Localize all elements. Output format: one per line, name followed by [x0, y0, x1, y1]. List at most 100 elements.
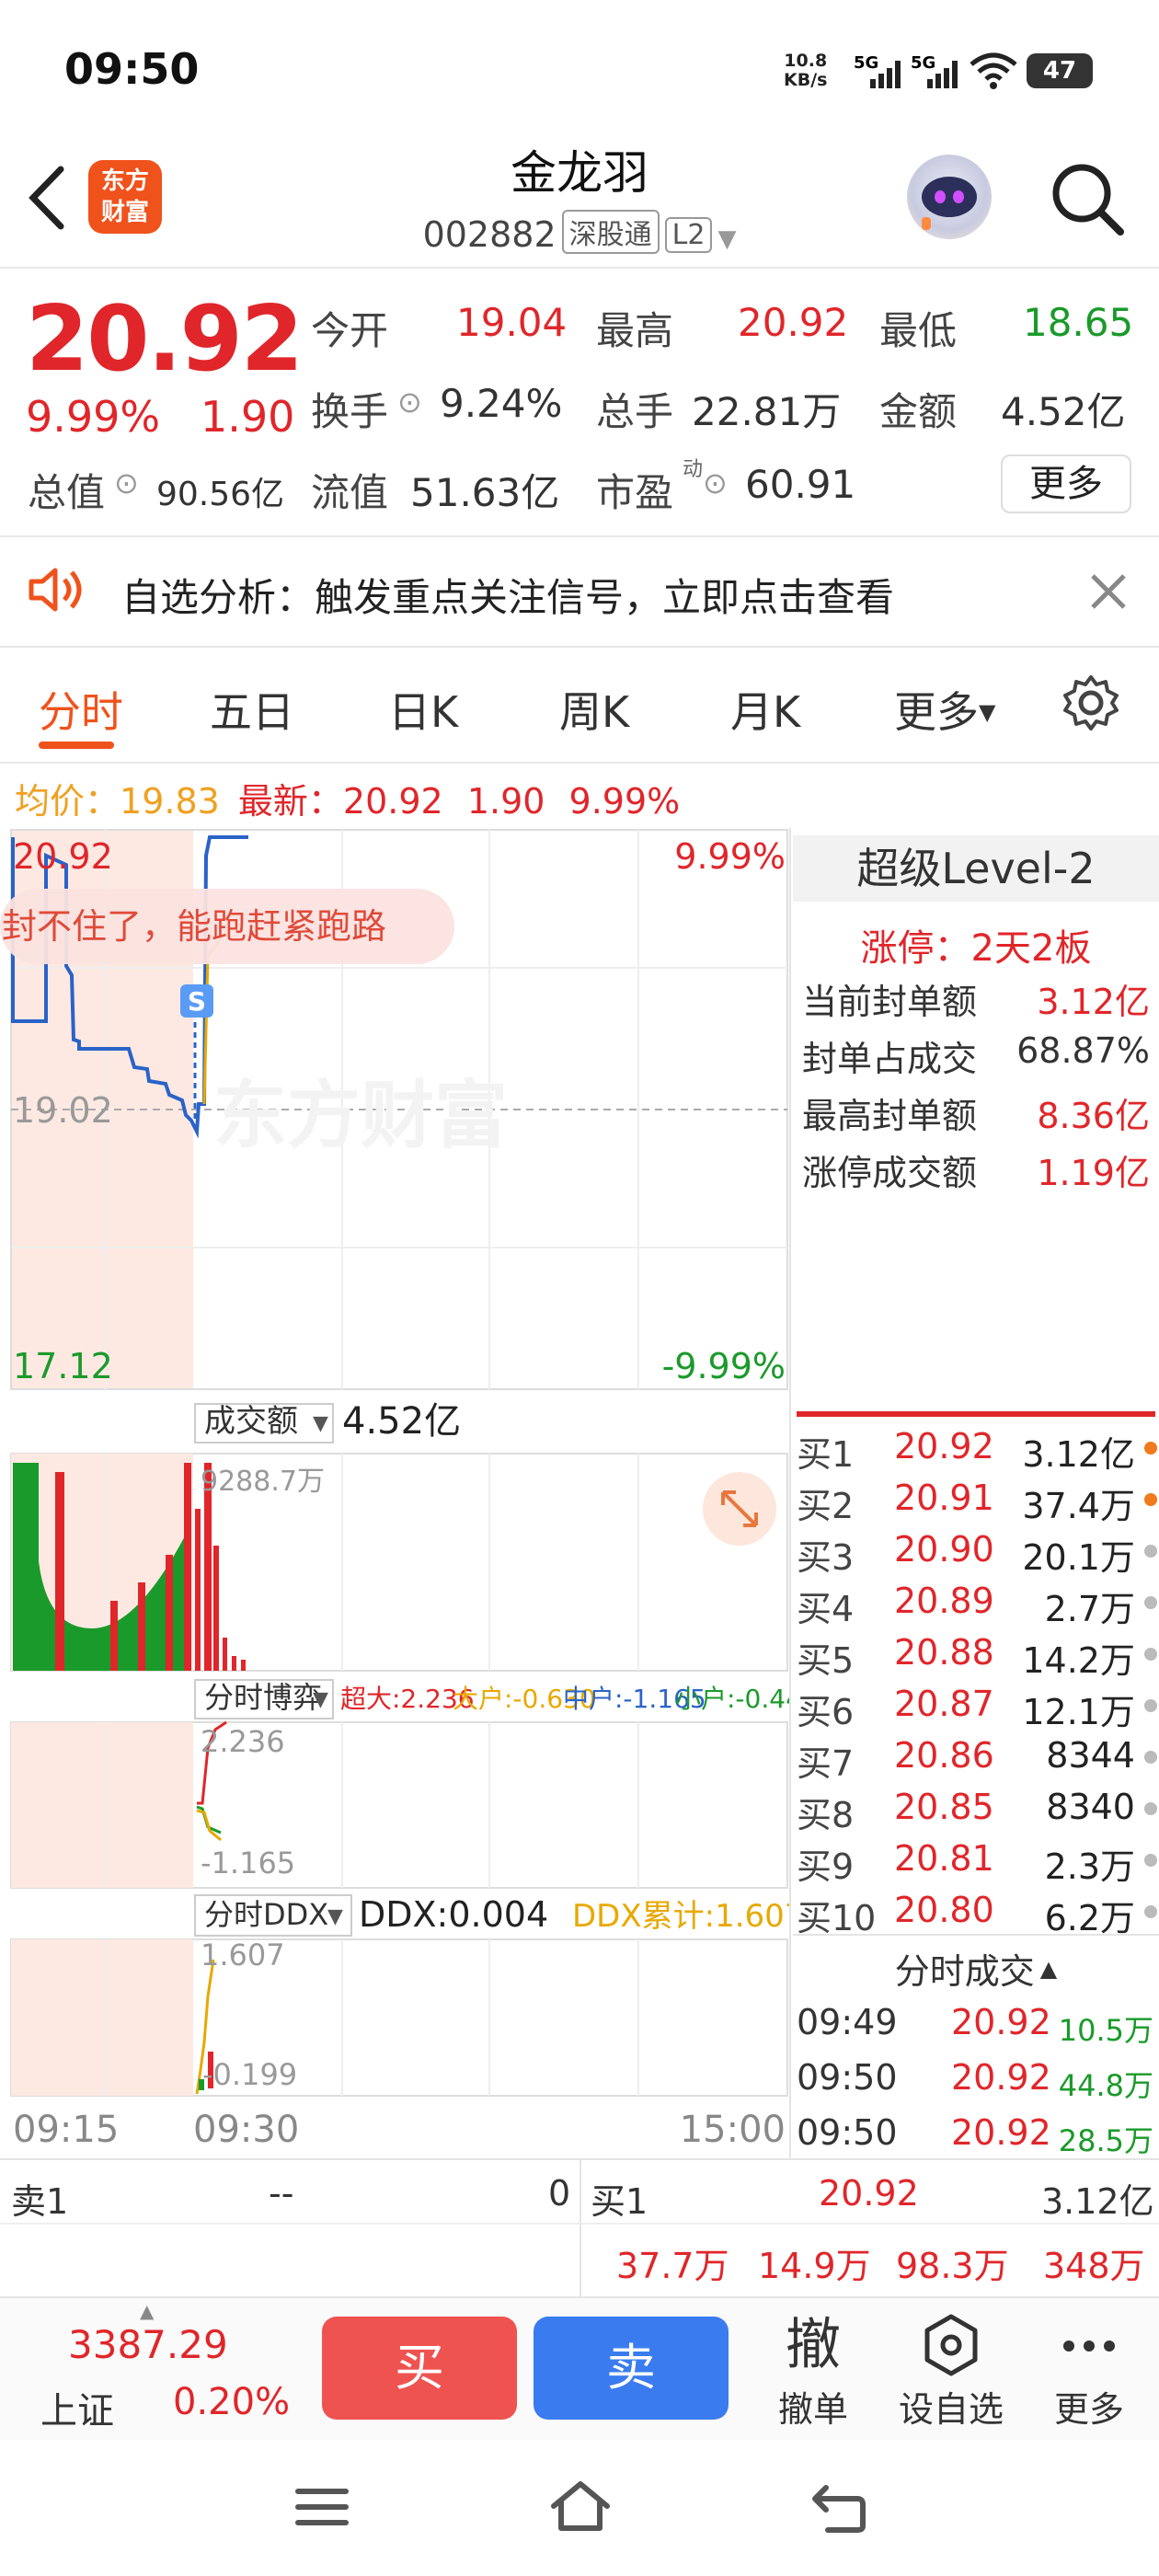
- index-percent[interactable]: 0.20%: [173, 2381, 290, 2423]
- ob-volume: 6.2万: [1044, 1898, 1135, 1934]
- ob-price: 20.87: [894, 1684, 994, 1724]
- tab-more[interactable]: 更多▼: [894, 679, 995, 740]
- dot-icon: [1144, 1854, 1157, 1867]
- dropdown-triangle-icon[interactable]: ▼: [717, 225, 736, 253]
- pre-market-shade: [11, 1722, 193, 1888]
- tab-monthly-k[interactable]: 月K: [730, 679, 800, 740]
- ob-price: 20.81: [894, 1838, 994, 1879]
- price-mid-label: 19.02: [13, 1090, 113, 1131]
- wifi-icon: [968, 52, 1019, 94]
- buy-button[interactable]: 买: [322, 2317, 517, 2420]
- order-book-row: 买8 20.85 8340: [797, 1787, 1157, 1838]
- ddx-selector[interactable]: 分时DDX: [204, 1897, 328, 1932]
- tick-price: 20.92: [951, 2057, 1051, 2098]
- ob-price: 20.91: [894, 1478, 994, 1518]
- bo-small: 小户:-0.441: [675, 1684, 791, 1714]
- high-label: 最高: [596, 308, 674, 353]
- ticks-title[interactable]: 分时成交 ▲: [793, 1943, 1159, 1994]
- dot-icon: [1144, 1751, 1157, 1764]
- l2-stat-row: 当前封单额 3.12亿: [802, 973, 1150, 1024]
- search-icon[interactable]: [1047, 158, 1130, 245]
- caret-down-icon[interactable]: ▼: [313, 1412, 328, 1435]
- index-name[interactable]: 上证: [40, 2381, 114, 2434]
- close-icon[interactable]: [1087, 570, 1130, 616]
- tab-daily-k[interactable]: 日K: [388, 679, 458, 740]
- signal-icon-2: 5G: [911, 53, 962, 94]
- float-label: 流值: [311, 470, 389, 515]
- active-tab-indicator: [39, 742, 114, 749]
- index-value[interactable]: 3387.29: [68, 2322, 228, 2367]
- volume-selector[interactable]: 成交额: [204, 1403, 298, 1440]
- ddx-cum: DDX累计:1.607: [572, 1898, 791, 1935]
- ddx-value: DDX:0.004: [359, 1894, 548, 1935]
- tick-volume: 44.8万: [1058, 2068, 1153, 2103]
- ob-label: 买7: [797, 1743, 855, 1784]
- ob-volume: 2.7万: [1044, 1589, 1135, 1629]
- ob-volume: 3.12亿: [1022, 1434, 1135, 1475]
- sell1-price: --: [269, 2173, 294, 2214]
- bo-selector[interactable]: 分时博弈: [204, 1680, 322, 1715]
- ob-label: 买2: [797, 1486, 855, 1526]
- tab-five-day[interactable]: 五日: [210, 679, 294, 740]
- hexagon-icon: [896, 2309, 1006, 2381]
- settings-gear-icon[interactable]: [1061, 673, 1120, 736]
- alert-banner-text[interactable]: 自选分析：触发重点关注信号，立即点击查看: [121, 567, 894, 623]
- s-marker-label: S: [188, 986, 206, 1017]
- level-tag: L2: [664, 217, 713, 253]
- bo-large-line: [196, 1809, 222, 1842]
- divider: [580, 2158, 581, 2296]
- back-nav-icon[interactable]: [809, 2482, 868, 2537]
- status-time: 09:50: [64, 44, 200, 94]
- caret-down-icon[interactable]: ▼: [313, 1688, 328, 1711]
- ob-volume: 8340: [1046, 1787, 1135, 1827]
- buy1-volume: 3.12亿: [1041, 2181, 1154, 2222]
- level2-title[interactable]: 超级Level-2: [793, 835, 1159, 902]
- last-price: 20.92: [26, 287, 304, 392]
- queue-value: 37.7万: [616, 2246, 729, 2286]
- ticks-title-label: 分时成交: [894, 1951, 1035, 1992]
- intraday-chart[interactable]: 东方财富 S 20.92 9.99% 19.02 17.12 -9.99% 封不…: [0, 828, 791, 2158]
- l2-stat-label: 最高封单额: [802, 1096, 978, 1136]
- tab-weekly-k[interactable]: 周K: [559, 679, 629, 740]
- open-label: 今开: [311, 308, 389, 353]
- ob-volume: 37.4万: [1022, 1486, 1135, 1526]
- l2-stat-value: 3.12亿: [1037, 982, 1150, 1022]
- info-circle-icon[interactable]: ⊙: [703, 466, 728, 500]
- tick-time: 09:50: [797, 2057, 898, 2098]
- l2-stat-label: 当前封单额: [802, 982, 978, 1022]
- order-book-row: 买9 20.81 2.3万: [797, 1838, 1157, 1890]
- divider: [0, 2223, 1159, 2225]
- cancel-order-button[interactable]: 撤 撤单: [758, 2309, 868, 2432]
- add-watchlist-button[interactable]: 设自选: [896, 2309, 1006, 2432]
- sell1-label: 卖1: [11, 2181, 69, 2222]
- ob-volume: 2.3万: [1044, 1846, 1135, 1887]
- ob-price: 20.86: [894, 1735, 994, 1776]
- info-circle-icon[interactable]: ⊙: [114, 466, 139, 500]
- info-circle-icon[interactable]: ⊙: [397, 385, 422, 420]
- divider: [0, 646, 1159, 648]
- high-value: 20.92: [738, 300, 849, 345]
- more-quote-button[interactable]: 更多: [1001, 454, 1131, 513]
- volume-total: 4.52亿: [342, 1400, 461, 1443]
- ob-label: 买8: [797, 1795, 855, 1835]
- bo-bottom-label: -1.165: [201, 1846, 295, 1880]
- stock-code: 002882: [422, 214, 557, 255]
- latest-pct: 9.99%: [568, 781, 681, 822]
- assistant-robot-icon[interactable]: [907, 155, 992, 239]
- battery-icon: 47: [1027, 53, 1093, 88]
- menu-icon[interactable]: [294, 2484, 350, 2534]
- amount-value: 4.52亿: [1001, 389, 1126, 434]
- more-dots-icon: [1034, 2309, 1144, 2381]
- home-icon[interactable]: [548, 2478, 613, 2537]
- low-value: 18.65: [1023, 300, 1134, 345]
- ob-price: 20.90: [894, 1529, 994, 1570]
- ob-label: 买1: [797, 1434, 855, 1475]
- sell-button[interactable]: 卖: [534, 2317, 729, 2420]
- order-book-row: 买5 20.88 14.2万: [797, 1632, 1157, 1684]
- order-book[interactable]: 买1 20.92 3.12亿 买2 20.91 37.4万 买3 20.90 20.1万 买…: [793, 1426, 1159, 1934]
- tab-intraday[interactable]: 分时: [39, 679, 123, 740]
- caret-up-icon[interactable]: ▲: [140, 2300, 154, 2322]
- more-actions-button[interactable]: 更多: [1034, 2309, 1144, 2432]
- caret-down-icon[interactable]: ▼: [327, 1905, 343, 1928]
- order-book-row: 买7 20.86 8344: [797, 1735, 1157, 1787]
